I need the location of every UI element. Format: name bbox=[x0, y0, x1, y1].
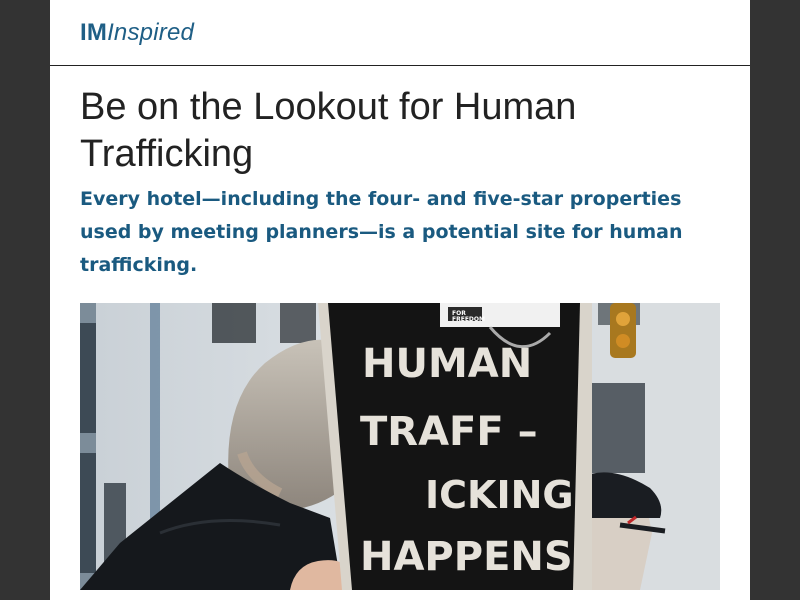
article-title: Be on the Lookout for Human Trafficking bbox=[80, 86, 577, 175]
sticker-line-2: FREEDOM bbox=[452, 316, 485, 323]
logo-im: IM bbox=[80, 19, 108, 46]
article-subtitle: Every hotel—including the four- and five… bbox=[80, 188, 683, 276]
logo-inspired: Inspired bbox=[107, 19, 195, 46]
site-header: IMInspired bbox=[50, 0, 750, 66]
sign-line-2: TRAFF – bbox=[360, 409, 538, 455]
sign-line-4: HAPPENS bbox=[360, 534, 573, 580]
protest-sign: FOR FREEDOM HUMAN TRAFF – ICKING HAPPENS bbox=[318, 303, 592, 590]
article-page: IMInspired Be on the Lookout for Human T… bbox=[50, 0, 750, 600]
hero-image: FOR FREEDOM HUMAN TRAFF – ICKING HAPPENS bbox=[80, 303, 720, 590]
sign-line-3: ICKING bbox=[425, 473, 574, 517]
traffic-light bbox=[610, 303, 636, 358]
sign-line-1: HUMAN bbox=[362, 341, 532, 387]
hero-photo: FOR FREEDOM HUMAN TRAFF – ICKING HAPPENS bbox=[80, 303, 720, 590]
site-logo[interactable]: IMInspired bbox=[80, 19, 194, 47]
